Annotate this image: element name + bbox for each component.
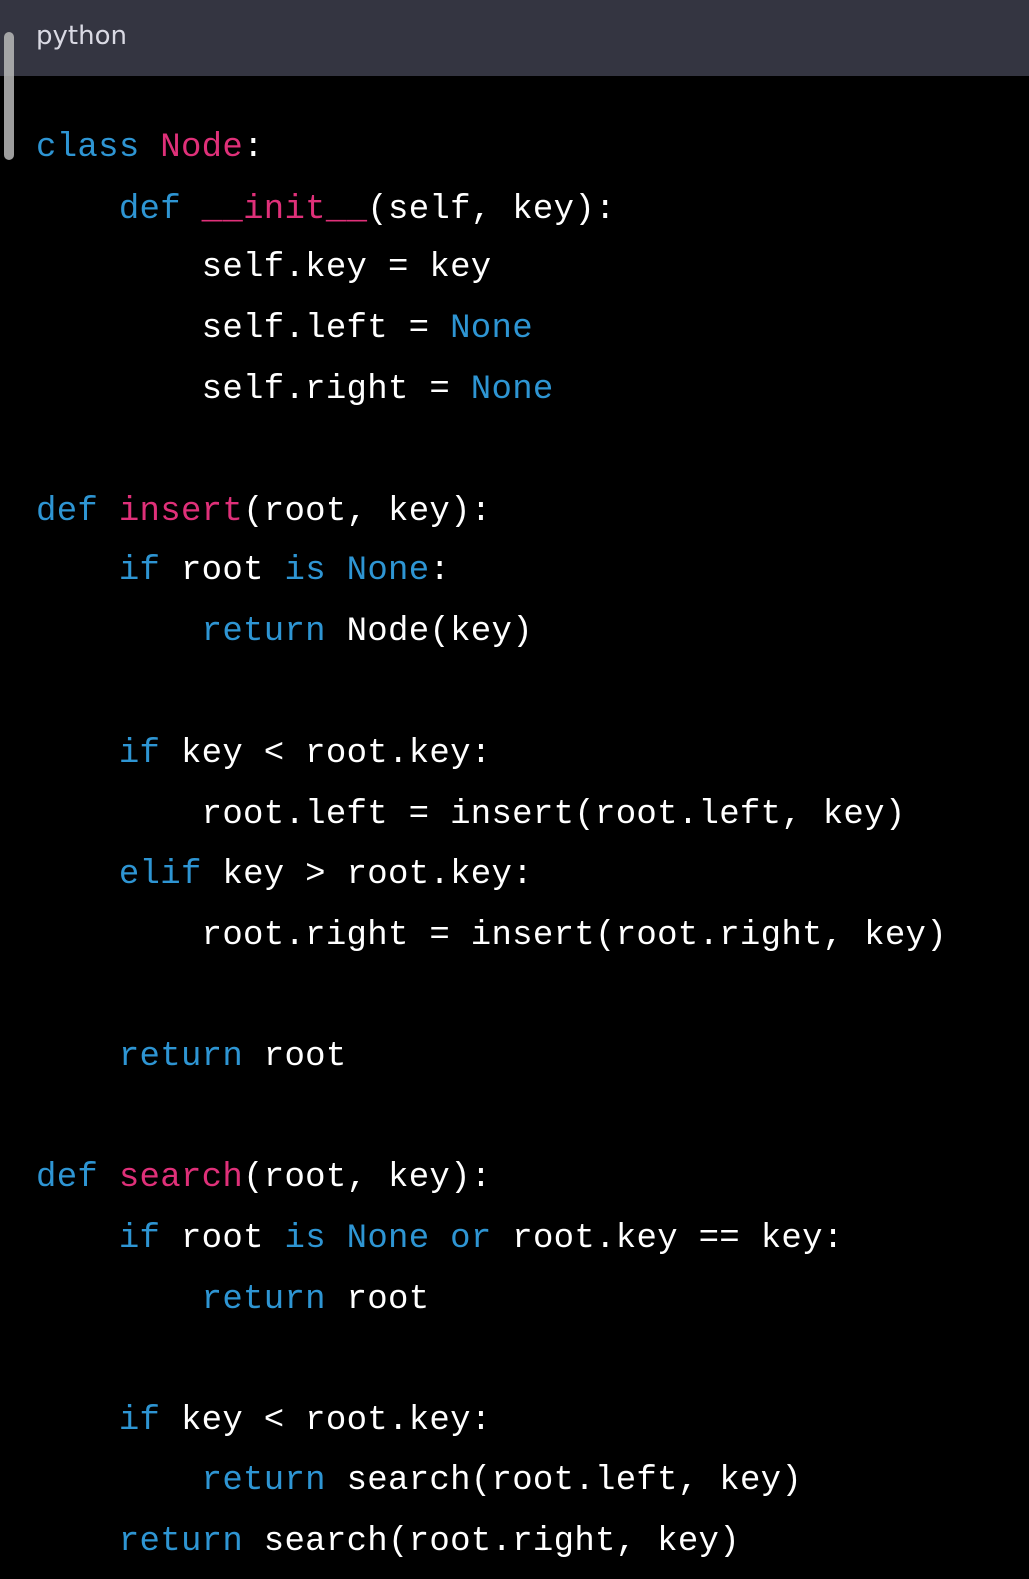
code-token-txt: (root, key): xyxy=(243,1159,492,1197)
code-token-fn: insert xyxy=(118,493,244,531)
code-token-txt: search(root.left, key) xyxy=(346,1462,803,1500)
code-token-kw: return xyxy=(201,613,347,651)
code-content[interactable]: class Node: def __init__(self, key): sel… xyxy=(0,118,1029,1579)
code-line: class Node: xyxy=(36,118,264,178)
code-token-const: None xyxy=(470,371,554,409)
code-line: self.left = None xyxy=(36,299,533,359)
code-token-txt: root xyxy=(180,552,285,590)
code-token-kw: def xyxy=(118,191,202,229)
code-token-txt: root.key == key: xyxy=(512,1220,844,1258)
code-token-kw: is xyxy=(284,552,347,590)
code-line: if key < root.key: xyxy=(36,724,492,784)
code-token-txt: root.left = insert(root.left, key) xyxy=(36,796,906,834)
code-block: python class Node: def __init__(self, ke… xyxy=(0,0,1029,1579)
code-line: return Node(key) xyxy=(36,602,533,662)
code-token-kw: class xyxy=(36,129,161,167)
code-token-kw: or xyxy=(450,1220,513,1258)
code-token-txt: root.right = insert(root.right, key) xyxy=(36,917,947,955)
code-token-txt: : xyxy=(243,129,264,167)
code-token-kw: return xyxy=(201,1462,347,1500)
code-token-kw: if xyxy=(118,735,181,773)
code-token-txt: (self, key): xyxy=(367,191,616,229)
code-token-kw: if xyxy=(118,552,181,590)
code-block-header: python xyxy=(0,0,1029,76)
code-token-txt: self.key = key xyxy=(36,249,492,287)
code-line: return root xyxy=(36,1270,429,1330)
code-line: root.right = insert(root.right, key) xyxy=(36,906,947,966)
code-line: def insert(root, key): xyxy=(36,482,492,542)
code-token-txt: : xyxy=(429,552,451,590)
code-token-kw: return xyxy=(118,1523,264,1561)
code-token-txt: self.left = xyxy=(36,310,451,348)
code-line: return search(root.left, key) xyxy=(36,1451,802,1511)
code-token-txt: root xyxy=(346,1281,430,1319)
language-label: python xyxy=(36,21,127,51)
code-token-txt: self.right = xyxy=(36,371,471,409)
code-token-fn: __init__ xyxy=(201,191,368,229)
code-token-txt: key < root.key: xyxy=(180,1402,492,1440)
code-token-cls: Node xyxy=(160,129,244,167)
code-token-txt: Node(key) xyxy=(346,613,533,651)
code-line: self.key = key xyxy=(36,238,492,298)
code-token-const: None xyxy=(346,1220,451,1258)
code-token-kw: def xyxy=(36,493,119,531)
code-line: self.right = None xyxy=(36,360,554,420)
code-line: def search(root, key): xyxy=(36,1148,492,1208)
code-token-txt: key < root.key: xyxy=(180,735,492,773)
code-token-kw: elif xyxy=(118,856,223,894)
code-line: elif key > root.key: xyxy=(36,845,533,905)
code-line: def __init__(self, key): xyxy=(36,180,616,240)
code-token-kw: if xyxy=(118,1402,181,1440)
code-line: if root is None or root.key == key: xyxy=(36,1209,844,1269)
code-token-txt: root xyxy=(263,1038,347,1076)
code-token-txt: search(root.right, key) xyxy=(263,1523,740,1561)
code-token-kw: if xyxy=(118,1220,181,1258)
code-token-txt: root xyxy=(180,1220,285,1258)
code-token-txt: key > root.key: xyxy=(222,856,533,894)
code-token-kw: def xyxy=(36,1159,119,1197)
code-token-txt: (root, key): xyxy=(243,493,492,531)
code-token-kw: return xyxy=(201,1281,347,1319)
code-line: return search(root.right, key) xyxy=(36,1512,740,1572)
code-token-kw: is xyxy=(284,1220,347,1258)
code-line: root.left = insert(root.left, key) xyxy=(36,785,906,845)
code-token-const: None xyxy=(450,310,533,348)
code-token-const: None xyxy=(346,552,430,590)
code-line: if root is None: xyxy=(36,541,450,601)
code-token-kw: return xyxy=(118,1038,264,1076)
code-token-fn: search xyxy=(118,1159,244,1197)
code-line: return root xyxy=(36,1027,347,1087)
code-line: if key < root.key: xyxy=(36,1391,492,1451)
